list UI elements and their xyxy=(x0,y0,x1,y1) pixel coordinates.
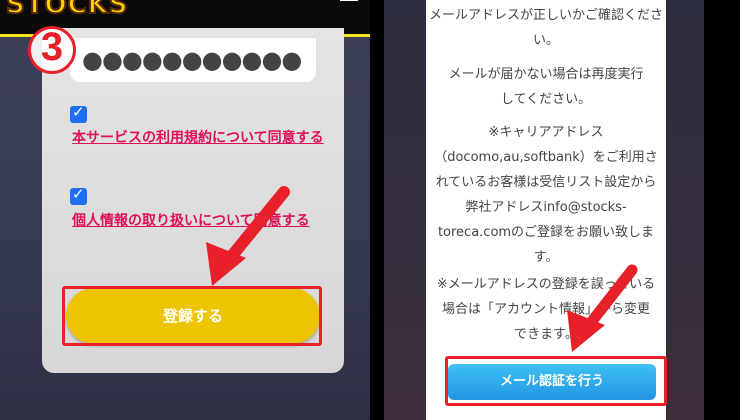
left-phone-screen: STOCKS ●●●●●●●●●●● 3 ✓ 本サービスの利用規約について同意す… xyxy=(0,0,370,420)
right-phone-screen: メールアドレスが正しいかご確認ください。 メールが届かない場合は再度実行してくだ… xyxy=(384,0,704,420)
red-arrow-icon xyxy=(567,264,638,352)
red-arrow-icon xyxy=(206,186,290,286)
